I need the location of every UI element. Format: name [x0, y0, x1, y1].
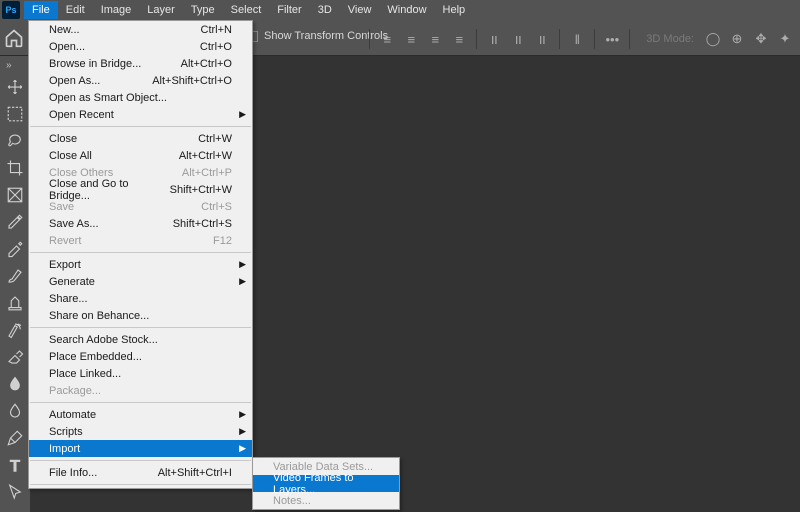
distribute-h-icon[interactable]: ‖ — [568, 30, 586, 48]
menu-image[interactable]: Image — [93, 1, 140, 19]
file-share-behance[interactable]: Share on Behance... — [29, 307, 252, 324]
gradient-tool-icon[interactable] — [6, 375, 24, 393]
divider — [476, 29, 477, 49]
menu-3d[interactable]: 3D — [310, 1, 340, 19]
menu-help[interactable]: Help — [435, 1, 474, 19]
blur-tool-icon[interactable] — [6, 402, 24, 420]
separator — [30, 402, 251, 403]
file-export[interactable]: Export▶ — [29, 256, 252, 273]
clone-stamp-tool-icon[interactable] — [6, 294, 24, 312]
file-close[interactable]: CloseCtrl+W — [29, 130, 252, 147]
file-menu-dropdown: New...Ctrl+N Open...Ctrl+O Browse in Bri… — [28, 20, 253, 489]
menu-filter[interactable]: Filter — [269, 1, 309, 19]
file-place-linked[interactable]: Place Linked... — [29, 365, 252, 382]
home-icon[interactable] — [4, 28, 24, 48]
history-brush-tool-icon[interactable] — [6, 321, 24, 339]
align-justify-icon[interactable]: ≡ — [450, 30, 468, 48]
file-open-recent[interactable]: Open Recent▶ — [29, 106, 252, 123]
orbit-3d-icon[interactable]: ◯ — [704, 30, 722, 48]
import-submenu: Variable Data Sets... Video Frames to La… — [252, 457, 400, 510]
type-tool-icon[interactable] — [6, 456, 24, 474]
import-notes: Notes... — [253, 492, 399, 509]
menu-view[interactable]: View — [340, 1, 380, 19]
submenu-arrow-icon: ▶ — [239, 409, 246, 420]
separator — [30, 460, 251, 461]
crop-tool-icon[interactable] — [6, 159, 24, 177]
submenu-arrow-icon: ▶ — [239, 109, 246, 120]
menu-window[interactable]: Window — [379, 1, 434, 19]
file-new[interactable]: New...Ctrl+N — [29, 21, 252, 38]
pan-3d-icon[interactable]: ✥ — [752, 30, 770, 48]
healing-brush-tool-icon[interactable] — [6, 240, 24, 258]
options-right-cluster: ≡ ≡ ≡ ≡ װ װ װ ‖ ••• 3D Mode: ◯ ⊕ ✥ ✦ — [367, 24, 794, 54]
file-browse-bridge[interactable]: Browse in Bridge...Alt+Ctrl+O — [29, 55, 252, 72]
file-close-bridge[interactable]: Close and Go to Bridge...Shift+Ctrl+W — [29, 181, 252, 198]
distribute-bottom-icon[interactable]: װ — [533, 30, 551, 48]
collapse-panels-icon[interactable]: » — [6, 60, 12, 71]
align-right-icon[interactable]: ≡ — [426, 30, 444, 48]
brush-tool-icon[interactable] — [6, 267, 24, 285]
divider — [559, 29, 560, 49]
path-selection-tool-icon[interactable] — [6, 483, 24, 501]
file-open[interactable]: Open...Ctrl+O — [29, 38, 252, 55]
file-close-all[interactable]: Close AllAlt+Ctrl+W — [29, 147, 252, 164]
file-save: SaveCtrl+S — [29, 198, 252, 215]
file-share[interactable]: Share... — [29, 290, 252, 307]
divider — [594, 29, 595, 49]
distribute-middle-icon[interactable]: װ — [509, 30, 527, 48]
divider — [629, 29, 630, 49]
pen-tool-icon[interactable] — [6, 429, 24, 447]
file-package: Package... — [29, 382, 252, 399]
file-open-as[interactable]: Open As...Alt+Shift+Ctrl+O — [29, 72, 252, 89]
file-automate[interactable]: Automate▶ — [29, 406, 252, 423]
eraser-tool-icon[interactable] — [6, 348, 24, 366]
import-video-frames-to-layers[interactable]: Video Frames to Layers... — [253, 475, 399, 492]
menu-type[interactable]: Type — [183, 1, 223, 19]
file-import[interactable]: Import▶ — [29, 440, 252, 457]
menu-edit[interactable]: Edit — [58, 1, 93, 19]
menu-layer[interactable]: Layer — [139, 1, 183, 19]
3d-mode-label: 3D Mode: — [646, 33, 694, 45]
file-revert: RevertF12 — [29, 232, 252, 249]
align-center-icon[interactable]: ≡ — [402, 30, 420, 48]
eyedropper-tool-icon[interactable] — [6, 213, 24, 231]
marquee-tool-icon[interactable] — [6, 105, 24, 123]
file-scripts[interactable]: Scripts▶ — [29, 423, 252, 440]
file-place-embedded[interactable]: Place Embedded... — [29, 348, 252, 365]
separator — [30, 252, 251, 253]
divider — [369, 29, 370, 49]
slide-3d-icon[interactable]: ✦ — [776, 30, 794, 48]
file-info[interactable]: File Info...Alt+Shift+Ctrl+I — [29, 464, 252, 481]
frame-tool-icon[interactable] — [6, 186, 24, 204]
separator — [30, 484, 251, 485]
menu-file[interactable]: File — [24, 1, 58, 19]
menu-select[interactable]: Select — [223, 1, 270, 19]
move-3d-icon[interactable]: ⊕ — [728, 30, 746, 48]
align-left-icon[interactable]: ≡ — [378, 30, 396, 48]
submenu-arrow-icon: ▶ — [239, 259, 246, 270]
more-options-icon[interactable]: ••• — [603, 30, 621, 48]
file-adobe-stock[interactable]: Search Adobe Stock... — [29, 331, 252, 348]
menubar: Ps File Edit Image Layer Type Select Fil… — [0, 0, 800, 20]
submenu-arrow-icon: ▶ — [239, 443, 246, 454]
tool-palette — [0, 72, 29, 501]
separator — [30, 327, 251, 328]
lasso-tool-icon[interactable] — [6, 132, 24, 150]
file-generate[interactable]: Generate▶ — [29, 273, 252, 290]
app-logo-icon: Ps — [2, 1, 20, 19]
file-save-as[interactable]: Save As...Shift+Ctrl+S — [29, 215, 252, 232]
file-open-smart-object[interactable]: Open as Smart Object... — [29, 89, 252, 106]
separator — [30, 126, 251, 127]
move-tool-icon[interactable] — [6, 78, 24, 96]
distribute-top-icon[interactable]: װ — [485, 30, 503, 48]
submenu-arrow-icon: ▶ — [239, 276, 246, 287]
submenu-arrow-icon: ▶ — [239, 426, 246, 437]
